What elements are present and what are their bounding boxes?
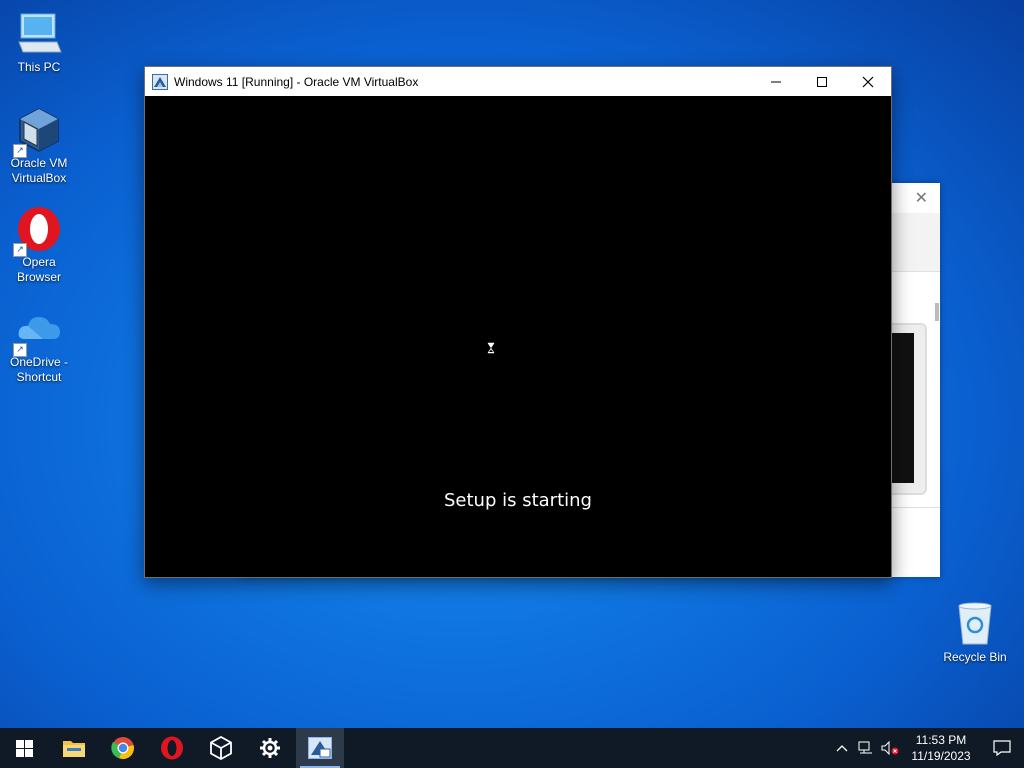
virtualbox-cube-icon: ↗ xyxy=(13,106,63,158)
desktop-icon-this-pc[interactable]: This PC xyxy=(2,10,76,75)
desktop-icon-label: Opera Browser xyxy=(16,255,61,284)
desktop-icon-label: This PC xyxy=(17,60,61,74)
minimize-icon xyxy=(771,81,781,82)
opera-icon xyxy=(161,736,183,760)
desktop-icon-opera[interactable]: ↗ Opera Browser xyxy=(2,205,76,285)
window-titlebar[interactable]: Windows 11 [Running] - Oracle VM Virtual… xyxy=(145,67,891,96)
taskbar-opera[interactable] xyxy=(148,728,196,768)
clock-date: 11/19/2023 xyxy=(911,749,971,763)
setup-status-text: Setup is starting xyxy=(444,490,592,511)
taskbar-virtualbox-vm[interactable] xyxy=(296,728,344,768)
taskbar-chrome[interactable] xyxy=(99,728,147,768)
taskbar: 11:53 PM 11/19/2023 xyxy=(0,728,1024,768)
desktop-icon-label: OneDrive - Shortcut xyxy=(9,355,68,384)
recycle-bin-icon xyxy=(958,602,992,645)
file-explorer-icon xyxy=(63,741,85,757)
close-icon xyxy=(862,76,874,87)
close-button[interactable] xyxy=(845,67,891,96)
taskbar-virtualbox[interactable] xyxy=(197,728,245,768)
shortcut-arrow-icon: ↗ xyxy=(13,144,27,158)
clock-time: 11:53 PM xyxy=(915,733,967,747)
virtualbox-vm-icon xyxy=(152,73,168,90)
taskbar-file-explorer[interactable] xyxy=(50,728,98,768)
virtualbox-vm-icon xyxy=(308,737,332,759)
window-title: Windows 11 [Running] - Oracle VM Virtual… xyxy=(174,74,419,89)
notification-icon xyxy=(993,740,1011,756)
maximize-button[interactable] xyxy=(799,67,845,96)
chrome-icon xyxy=(111,737,134,760)
show-hidden-icons-chevron-icon[interactable] xyxy=(830,728,854,768)
opera-icon: ↗ xyxy=(13,205,63,257)
start-icon xyxy=(15,739,33,757)
start-button[interactable] xyxy=(0,728,48,768)
background-window-scrollbar[interactable] xyxy=(935,303,939,321)
volume-muted-icon[interactable] xyxy=(878,728,902,768)
taskbar-settings[interactable] xyxy=(246,728,294,768)
virtualbox-icon xyxy=(210,736,232,760)
vm-display[interactable]: Setup is starting xyxy=(145,96,891,577)
hourglass-cursor-icon xyxy=(487,342,495,354)
settings-icon xyxy=(260,738,280,758)
minimize-button[interactable] xyxy=(753,67,799,96)
this-pc-icon xyxy=(15,10,63,58)
desktop-icon-label: Oracle VM VirtualBox xyxy=(10,156,68,185)
maximize-icon xyxy=(817,76,827,87)
system-tray: 11:53 PM 11/19/2023 xyxy=(830,728,1024,768)
action-center-button[interactable] xyxy=(980,728,1024,768)
network-icon[interactable] xyxy=(854,728,878,768)
clock[interactable]: 11:53 PM 11/19/2023 xyxy=(902,732,980,764)
onedrive-cloud-icon: ↗ xyxy=(13,305,63,357)
shortcut-arrow-icon: ↗ xyxy=(13,243,27,257)
background-window-close-icon[interactable]: ✕ xyxy=(915,188,928,207)
virtualbox-vm-window[interactable]: Windows 11 [Running] - Oracle VM Virtual… xyxy=(144,66,892,578)
shortcut-arrow-icon: ↗ xyxy=(13,343,27,357)
desktop-icon-onedrive[interactable]: ↗ OneDrive - Shortcut xyxy=(2,305,76,385)
recycle-bin-label: Recycle Bin xyxy=(943,650,1007,664)
desktop-icon-virtualbox[interactable]: ↗ Oracle VM VirtualBox xyxy=(2,106,76,186)
desktop-icon-recycle-bin[interactable]: Recycle Bin xyxy=(940,600,1010,664)
